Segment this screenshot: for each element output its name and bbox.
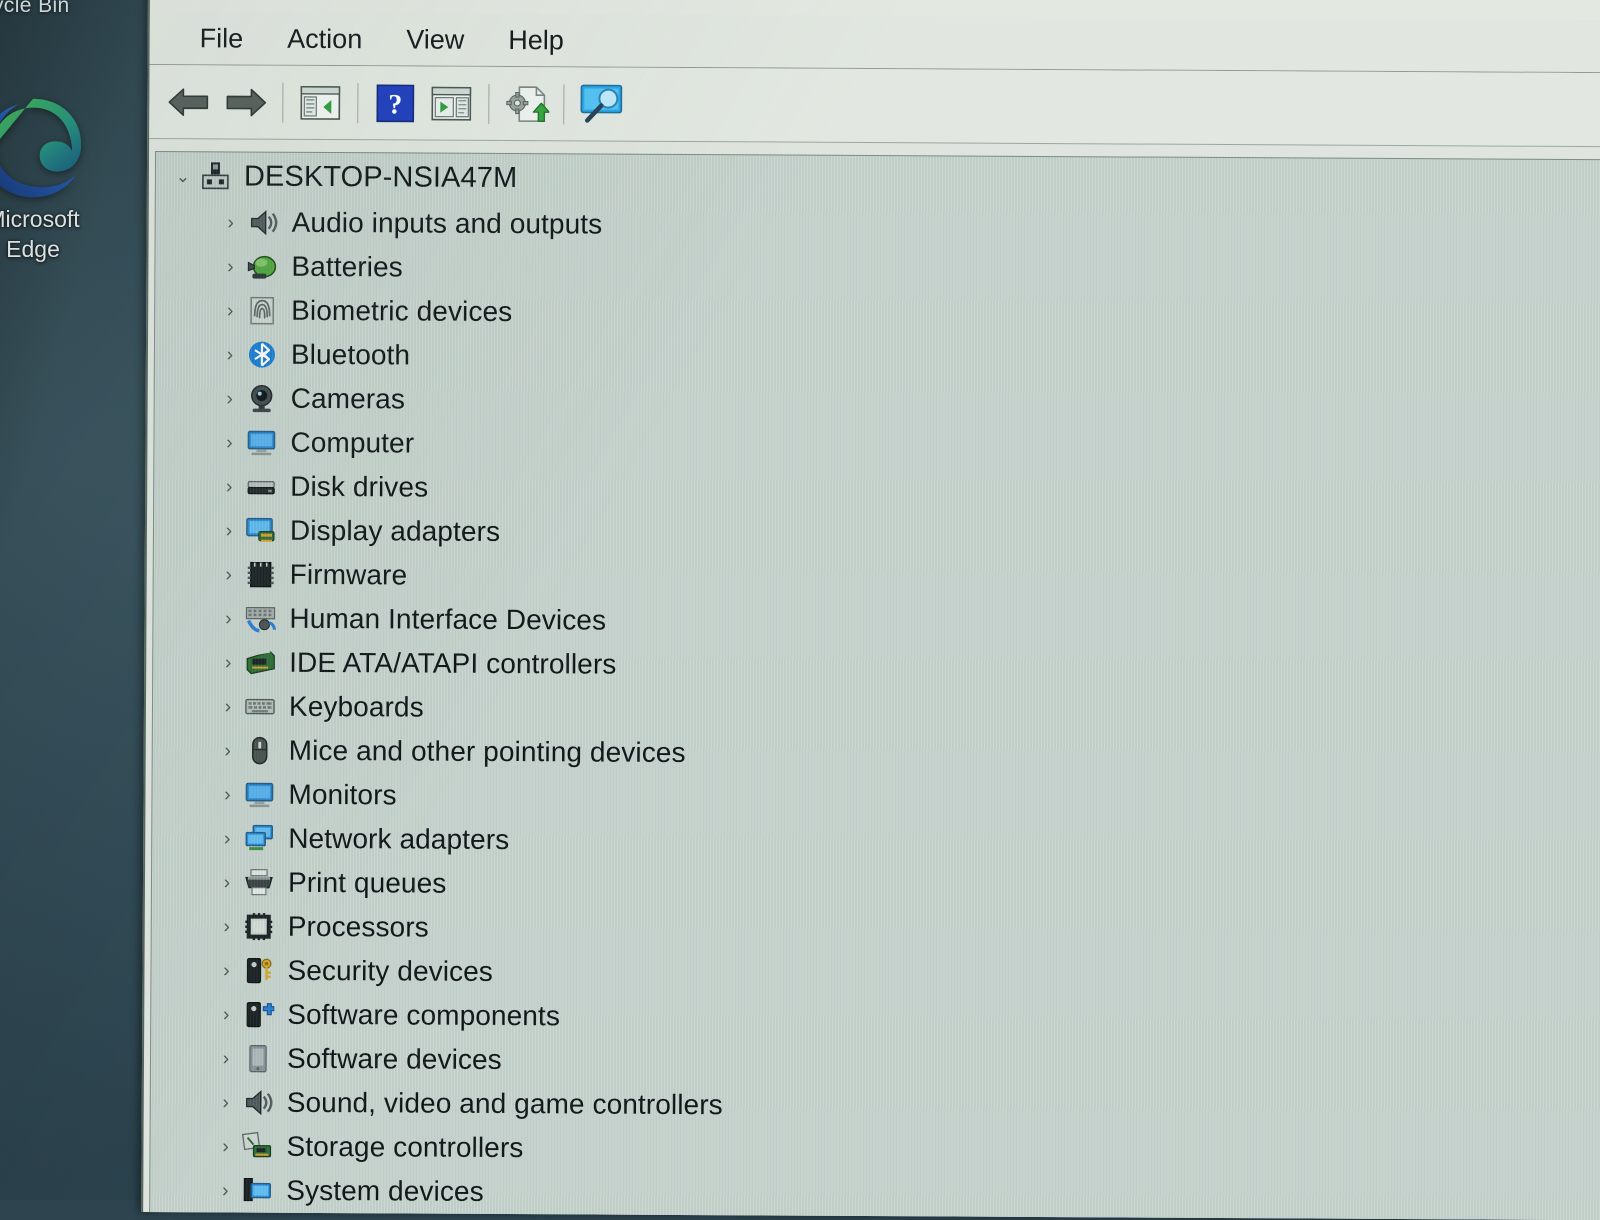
menu-file[interactable]: File: [178, 12, 266, 64]
device-tree-panel[interactable]: ⌄ DESKTOP-NSIA47M › Audio inputs and out…: [149, 151, 1600, 1220]
chevron-right-icon[interactable]: ›: [213, 960, 239, 981]
chevron-right-icon[interactable]: ›: [213, 1004, 239, 1025]
toolbar-separator: [357, 82, 359, 123]
system-device-icon: [238, 1173, 276, 1209]
chevron-right-icon[interactable]: ›: [213, 1092, 239, 1113]
chevron-right-icon[interactable]: ›: [216, 564, 242, 585]
tree-item-label: Cameras: [290, 382, 406, 415]
chevron-right-icon[interactable]: ›: [214, 872, 240, 893]
storage-controller-icon: [238, 1129, 276, 1165]
camera-icon: [243, 381, 281, 417]
processor-icon: [240, 909, 278, 945]
tree-item-label: Firmware: [289, 558, 408, 591]
tree-item-label: Processors: [287, 910, 429, 943]
tree-item-label: System devices: [286, 1174, 484, 1207]
hid-icon: [241, 601, 279, 637]
software-component-icon: [239, 997, 277, 1033]
tree-item-label: Disk drives: [290, 470, 429, 503]
tree-item-label: Human Interface Devices: [289, 602, 607, 636]
chevron-right-icon[interactable]: ›: [214, 916, 240, 937]
chevron-right-icon[interactable]: ›: [216, 476, 242, 497]
printer-icon: [240, 865, 278, 901]
chevron-right-icon[interactable]: ›: [217, 256, 243, 277]
tree-item-label: Display adapters: [289, 514, 501, 547]
chevron-right-icon[interactable]: ›: [212, 1180, 238, 1201]
edge-label-line2: Edge: [6, 236, 60, 262]
bluetooth-icon: [243, 337, 281, 373]
chevron-right-icon[interactable]: ›: [215, 652, 241, 673]
tree-item-label: IDE ATA/ATAPI controllers: [289, 646, 617, 680]
mouse-icon: [241, 733, 279, 769]
tree-item-label: Computer: [290, 426, 415, 459]
device-manager-window: File Action View Help ? ⌄ DESKTOP-NSIA47…: [141, 0, 1600, 1220]
chevron-right-icon[interactable]: ›: [212, 1136, 238, 1157]
fingerprint-icon: [243, 293, 281, 329]
tree-root-node[interactable]: ⌄ DESKTOP-NSIA47M: [156, 152, 1600, 208]
chip-icon: [242, 557, 280, 593]
security-key-icon: [239, 953, 277, 989]
svg-text:?: ?: [388, 89, 402, 120]
menu-help[interactable]: Help: [486, 14, 586, 67]
tree-item-label: Mice and other pointing devices: [288, 734, 686, 769]
tree-item-label: Sound, video and game controllers: [286, 1086, 723, 1121]
chevron-right-icon[interactable]: ›: [218, 212, 244, 233]
edge-label-line1: Microsoft: [0, 206, 80, 232]
back-arrow-icon[interactable]: [161, 74, 217, 130]
network-adapter-icon: [240, 821, 278, 857]
chevron-right-icon[interactable]: ›: [215, 696, 241, 717]
monitor-icon: [240, 777, 278, 813]
update-driver-icon[interactable]: [498, 75, 554, 131]
scan-hardware-changes-icon[interactable]: [573, 76, 629, 132]
tree-item-label: Keyboards: [288, 690, 424, 723]
tree-item-label: Software components: [287, 998, 561, 1032]
show-hide-console-tree-icon[interactable]: [292, 74, 348, 130]
tree-root-label: DESKTOP-NSIA47M: [243, 160, 518, 194]
tree-item-label: Monitors: [288, 778, 397, 811]
toolbar-separator: [282, 82, 284, 123]
speaker-icon: [244, 205, 282, 241]
recycle-bin-label: cycle Bin: [0, 0, 70, 17]
tree-item-label: Bluetooth: [290, 338, 411, 371]
tree-item-label: Audio inputs and outputs: [291, 206, 603, 240]
chevron-down-icon[interactable]: ⌄: [170, 167, 196, 186]
computer-node-icon: [196, 158, 234, 194]
display-adapter-icon: [242, 513, 280, 549]
menu-action[interactable]: Action: [265, 13, 384, 66]
tree-item-system-devices[interactable]: › System devices: [150, 1168, 1600, 1220]
tree-item-label: Batteries: [291, 250, 403, 283]
desktop-icon-microsoft-edge[interactable]: Microsoft Edge: [0, 92, 108, 264]
tree-item-label: Security devices: [287, 954, 494, 987]
menu-view[interactable]: View: [384, 13, 486, 66]
chevron-right-icon[interactable]: ›: [217, 388, 243, 409]
tree-item-label: Network adapters: [288, 822, 510, 856]
tree-item-label: Software devices: [286, 1042, 502, 1075]
chevron-right-icon[interactable]: ›: [217, 300, 243, 321]
sound-controller-icon: [239, 1085, 277, 1121]
disk-drive-icon: [242, 469, 280, 505]
chevron-right-icon[interactable]: ›: [215, 608, 241, 629]
monitor-icon: [242, 425, 280, 461]
battery-icon: [243, 249, 281, 285]
help-question-icon[interactable]: ?: [367, 75, 423, 131]
chevron-right-icon[interactable]: ›: [214, 784, 240, 805]
chevron-right-icon[interactable]: ›: [217, 344, 243, 365]
toolbar-separator: [488, 83, 490, 124]
chevron-right-icon[interactable]: ›: [216, 432, 242, 453]
edge-icon: [0, 92, 89, 204]
menu-bar: File Action View Help: [149, 12, 1600, 74]
chevron-right-icon[interactable]: ›: [213, 1048, 239, 1069]
chevron-right-icon[interactable]: ›: [216, 520, 242, 541]
software-device-icon: [239, 1041, 277, 1077]
tree-item-label: Print queues: [287, 866, 447, 899]
toolbar-separator: [563, 83, 565, 124]
chevron-right-icon[interactable]: ›: [214, 828, 240, 849]
tree-item-label: Biometric devices: [291, 294, 513, 328]
toolbar: ?: [149, 65, 1600, 148]
chevron-right-icon[interactable]: ›: [215, 740, 241, 761]
ide-controller-icon: [241, 645, 279, 681]
tree-item-label: Storage controllers: [286, 1130, 524, 1164]
properties-icon[interactable]: [423, 75, 479, 131]
keyboard-icon: [241, 689, 279, 725]
forward-arrow-icon[interactable]: [217, 74, 273, 130]
